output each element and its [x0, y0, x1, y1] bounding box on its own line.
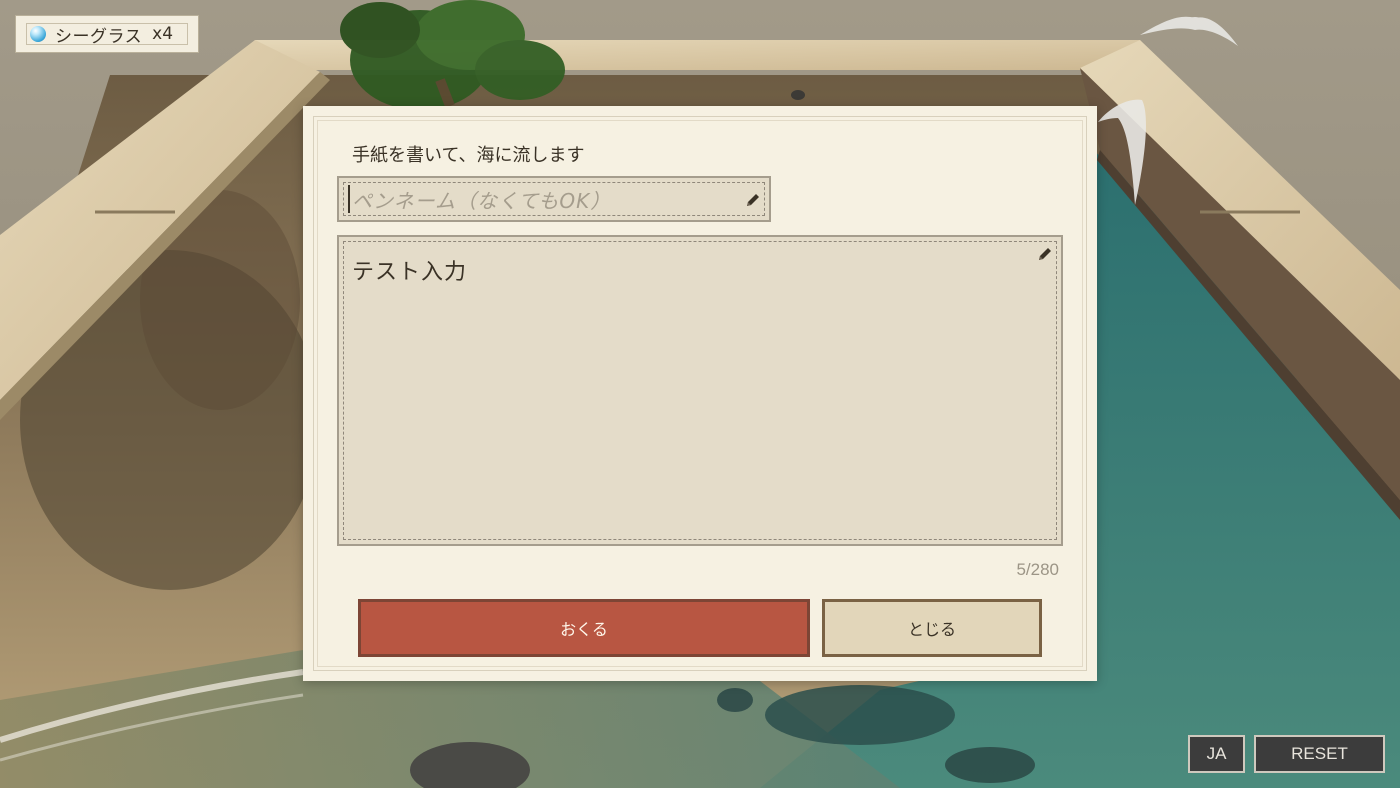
seaglass-count: x4 [152, 24, 174, 44]
character-count: 5/280 [1016, 560, 1059, 579]
reset-button[interactable]: RESET [1254, 735, 1385, 773]
message-text: テスト入力 [352, 260, 468, 285]
message-field-inner[interactable]: テスト入力 [343, 241, 1057, 540]
seaglass-label: シーグラス [55, 26, 143, 47]
penname-field-inner[interactable]: ペンネーム（なくてもOK） [343, 182, 765, 216]
send-button[interactable]: おくる [358, 599, 810, 657]
language-button[interactable]: JA [1188, 735, 1245, 773]
penname-placeholder: ペンネーム（なくてもOK） [352, 188, 612, 213]
penname-field[interactable]: ペンネーム（なくてもOK） [337, 176, 771, 222]
seaglass-counter: シーグラス x4 [15, 15, 199, 53]
pencil-icon [747, 194, 759, 206]
pencil-icon [1039, 248, 1051, 260]
close-button[interactable]: とじる [822, 599, 1042, 657]
text-caret [348, 185, 350, 213]
dialog-title: 手紙を書いて、海に流します [352, 145, 585, 166]
message-field[interactable]: テスト入力 [337, 235, 1063, 546]
seaglass-counter-frame: シーグラス x4 [26, 23, 188, 47]
seaglass-gem-icon [30, 26, 46, 42]
letter-dialog: 手紙を書いて、海に流します ペンネーム（なくてもOK） テスト入力 5/280 … [303, 106, 1097, 681]
